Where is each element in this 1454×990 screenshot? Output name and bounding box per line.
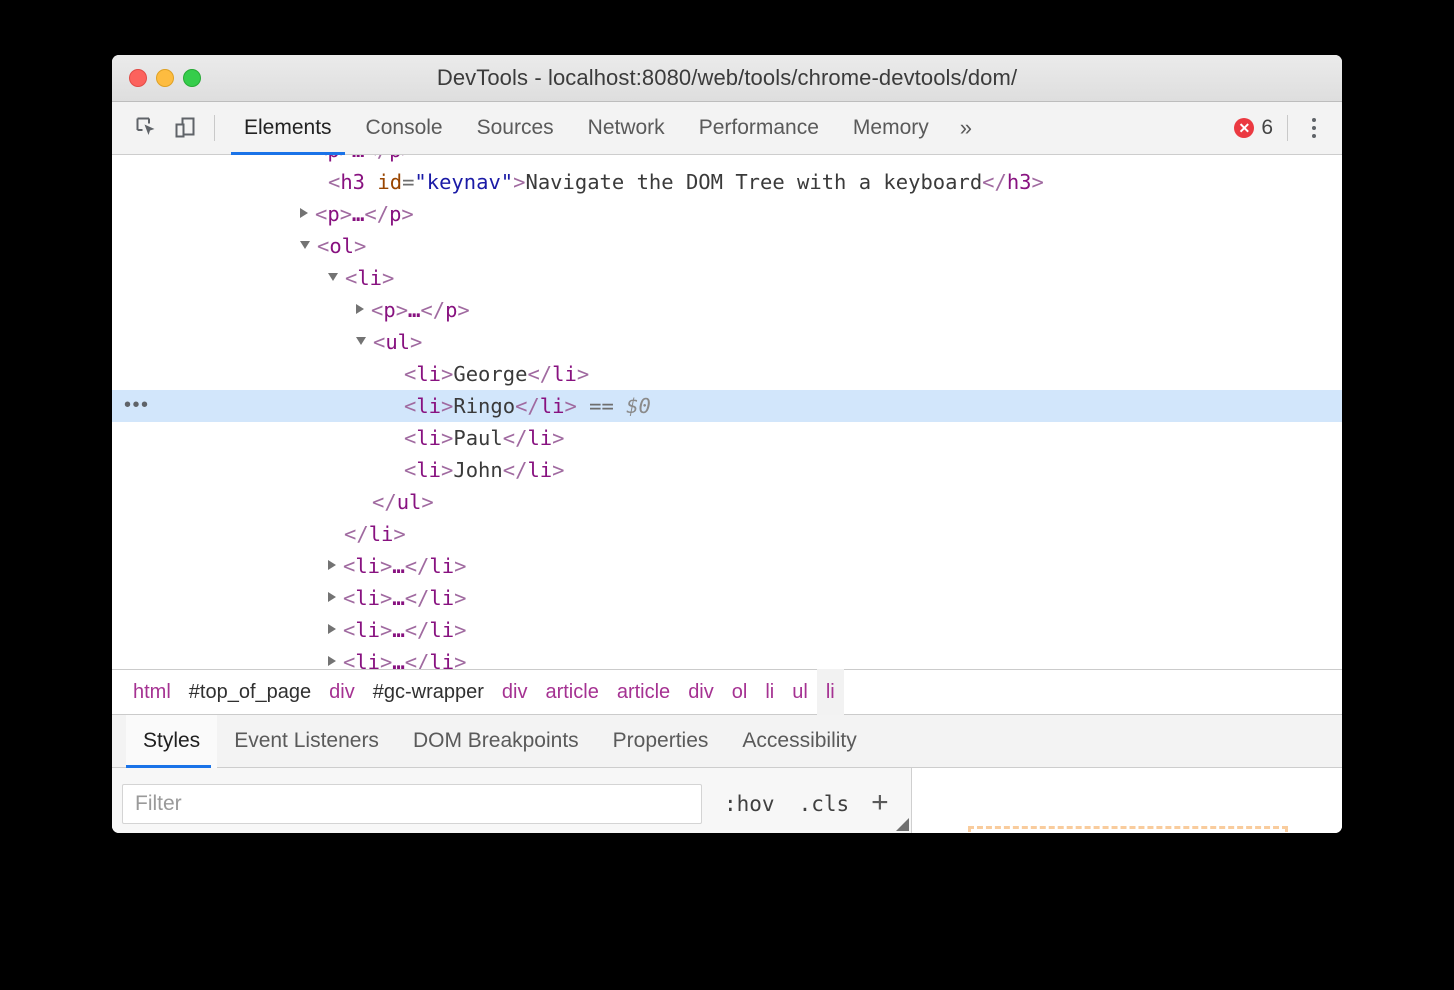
error-badge[interactable]: ✕ 6 [1234,116,1287,140]
window-title: DevTools - localhost:8080/web/tools/chro… [112,65,1342,91]
devtools-toolbar: Elements Console Sources Network Perform… [112,102,1342,155]
maximize-button[interactable] [183,69,201,87]
dom-row-h3-keynav[interactable]: <h3 id="keynav">Navigate the DOM Tree wi… [112,166,1342,198]
tab-accessibility[interactable]: Accessibility [725,715,873,768]
dom-text-george: George [453,362,527,386]
cls-toggle[interactable]: .cls [799,792,850,816]
toolbar-right-group: ✕ 6 [1234,102,1342,155]
dom-row-ol-open[interactable]: <ol> [112,230,1342,262]
tab-performance[interactable]: Performance [682,102,836,155]
error-count: 6 [1261,116,1273,140]
dom-row-li-paul[interactable]: <li>Paul</li> [112,422,1342,454]
tab-properties[interactable]: Properties [596,715,726,768]
dom-row-p-collapsed-2[interactable]: <p>…</p> [112,294,1342,326]
dom-row-ul-open[interactable]: <ul> [112,326,1342,358]
dom-text-paul: Paul [453,426,502,450]
breadcrumb-item-div-1[interactable]: div [320,669,364,715]
device-toolbar-icon[interactable] [166,109,204,147]
tab-event-listeners[interactable]: Event Listeners [217,715,396,768]
dom-row-li-john[interactable]: <li>John</li> [112,454,1342,486]
breadcrumb-item-top-of-page[interactable]: #top_of_page [180,669,320,715]
hov-toggle[interactable]: :hov [724,792,775,816]
filter-input[interactable]: Filter [122,784,702,824]
breadcrumb-item-ol[interactable]: ol [723,669,757,715]
styles-toolbar: Filter :hov .cls + [112,768,912,833]
new-style-rule-button[interactable]: + [871,788,889,818]
breadcrumb-item-gc-wrapper[interactable]: #gc-wrapper [364,669,493,715]
window-titlebar: DevTools - localhost:8080/web/tools/chro… [112,55,1342,102]
error-circle-icon: ✕ [1234,118,1254,138]
toolbar-divider-2 [1287,115,1288,141]
dom-row-li-collapsed-1[interactable]: <li>…</li> [112,550,1342,582]
breadcrumb-item-div-2[interactable]: div [493,669,537,715]
inspect-element-icon[interactable] [128,109,166,147]
more-tabs-chevron-icon[interactable]: » [946,102,986,155]
dom-row-li-close[interactable]: </li> [112,518,1342,550]
dom-row-li-ringo-selected[interactable]: ••• <li>Ringo</li> == $0 [112,390,1342,422]
box-model-diagram [968,826,1288,833]
devtools-window: DevTools - localhost:8080/web/tools/chro… [112,55,1342,833]
dom-row-li-open[interactable]: <li> [112,262,1342,294]
dom-tree-rows: <h3 id="keynav">Navigate the DOM Tree wi… [112,166,1342,669]
tab-memory[interactable]: Memory [836,102,946,155]
breadcrumb-item-li-selected[interactable]: li [817,669,844,715]
dom-text-john: John [453,458,502,482]
minimize-button[interactable] [156,69,174,87]
tab-console[interactable]: Console [349,102,460,155]
dom-row-li-collapsed-2[interactable]: <li>…</li> [112,582,1342,614]
breadcrumb-item-div-3[interactable]: div [679,669,723,715]
dom-text-ringo: Ringo [453,394,515,418]
resize-handle[interactable] [896,818,909,831]
styles-pane: Filter :hov .cls + [112,768,1342,833]
dom-row-li-collapsed-4[interactable]: <li>…</li> [112,646,1342,669]
tab-sources[interactable]: Sources [460,102,571,155]
tab-dom-breakpoints[interactable]: DOM Breakpoints [396,715,596,768]
selected-node-eq: == [589,394,614,418]
row-ellipsis-button[interactable]: ••• [124,390,150,422]
close-button[interactable] [129,69,147,87]
breadcrumb-item-html[interactable]: html [124,669,180,715]
sidebar-tabs: Styles Event Listeners DOM Breakpoints P… [112,715,1342,768]
breadcrumb-item-li-1[interactable]: li [756,669,783,715]
breadcrumb-item-article-2[interactable]: article [608,669,679,715]
tab-network[interactable]: Network [571,102,682,155]
toolbar-divider [214,115,215,141]
panel-tabs: Elements Console Sources Network Perform… [227,102,986,155]
dom-row-li-george[interactable]: <li>George</li> [112,358,1342,390]
selected-node-var: $0 [626,394,651,418]
computed-pane [912,768,1342,833]
tab-elements[interactable]: Elements [227,102,349,155]
breadcrumb-item-ul[interactable]: ul [783,669,817,715]
breadcrumb-item-article-1[interactable]: article [536,669,607,715]
traffic-lights [129,55,201,101]
dom-row-p-collapsed-1[interactable]: <p>…</p> [112,198,1342,230]
breadcrumb: html #top_of_page div #gc-wrapper div ar… [112,669,1342,715]
dom-row-li-collapsed-3[interactable]: <li>…</li> [112,614,1342,646]
style-state-toggles: :hov .cls [724,792,849,816]
tab-styles[interactable]: Styles [126,715,217,768]
dom-tree-panel[interactable]: <p>…</p> <h3 id="keynav">Navigate the DO… [112,155,1342,669]
kebab-menu-icon[interactable] [1296,109,1332,147]
dom-row-ul-close[interactable]: </ul> [112,486,1342,518]
